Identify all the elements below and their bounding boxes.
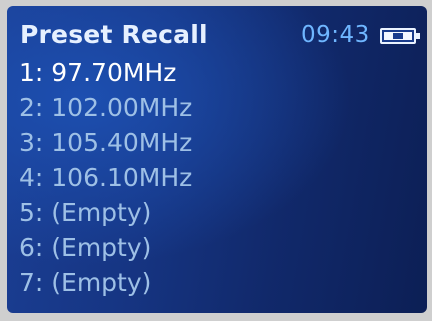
header-bar: Preset Recall 09:43 (7, 6, 427, 54)
preset-item-6[interactable]: 6: (Empty) (19, 231, 151, 265)
page-title: Preset Recall (20, 20, 208, 49)
preset-item-7[interactable]: 7: (Empty) (19, 266, 151, 300)
preset-item-3[interactable]: 3: 105.40MHz (19, 126, 192, 160)
clock-time: 09:43 (301, 22, 370, 48)
preset-item-1[interactable]: 1: 97.70MHz (19, 56, 176, 90)
battery-icon (380, 28, 420, 44)
preset-item-4[interactable]: 4: 106.10MHz (19, 161, 192, 195)
device-bezel: Preset Recall 09:43 1: 97.70MHz 2: 102.0… (0, 0, 432, 321)
preset-item-2[interactable]: 2: 102.00MHz (19, 91, 192, 125)
display-screen: Preset Recall 09:43 1: 97.70MHz 2: 102.0… (7, 6, 427, 313)
preset-item-5[interactable]: 5: (Empty) (19, 196, 151, 230)
